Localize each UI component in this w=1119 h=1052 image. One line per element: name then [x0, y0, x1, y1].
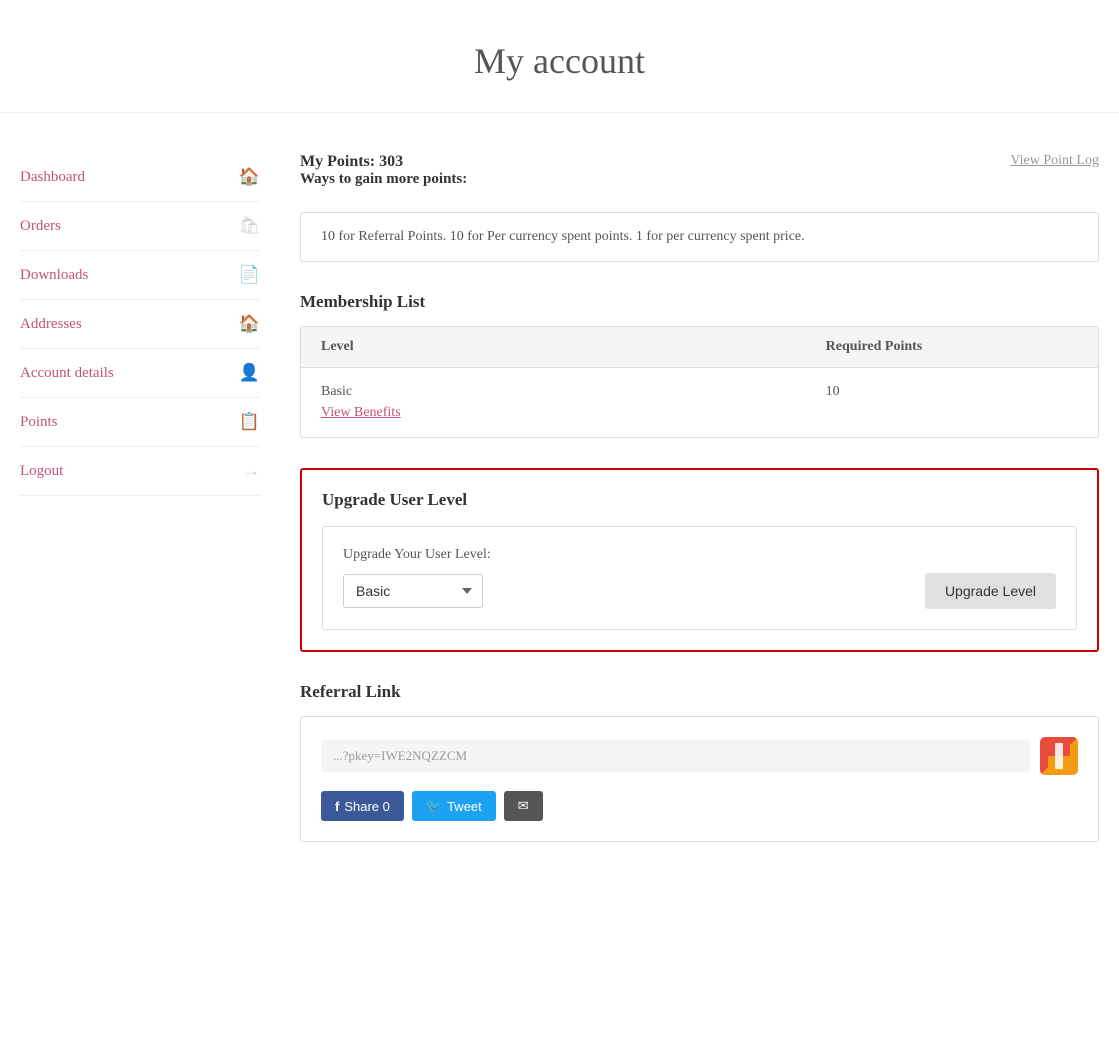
- referral-title: Referral Link: [300, 682, 1099, 702]
- social-buttons: f Share 0 🐦 Tweet ✉: [321, 791, 1078, 821]
- sidebar-label-downloads: Downloads: [20, 267, 88, 284]
- sidebar-item-orders[interactable]: Orders 🛍: [20, 202, 260, 251]
- level-name: Basic: [321, 384, 826, 400]
- referral-url: ...?pkey=IWE2NQZZCM: [321, 740, 1030, 772]
- membership-section: Membership List Level Required Points Ba…: [300, 292, 1099, 438]
- sidebar-label-orders: Orders: [20, 218, 61, 235]
- col-required-points: Required Points: [826, 339, 1078, 355]
- sidebar-item-dashboard[interactable]: Dashboard 🏠: [20, 153, 260, 202]
- twitter-icon: 🐦: [426, 798, 442, 814]
- main-content: My Points: 303 Ways to gain more points:…: [300, 153, 1099, 842]
- upgrade-controls: Basic Upgrade Level: [343, 573, 1056, 609]
- facebook-share-button[interactable]: f Share 0: [321, 791, 404, 821]
- email-icon: ✉: [518, 798, 529, 813]
- email-share-button[interactable]: ✉: [504, 791, 543, 821]
- upgrade-inner: Upgrade Your User Level: Basic Upgrade L…: [322, 526, 1077, 630]
- view-point-log-link[interactable]: View Point Log: [1010, 153, 1099, 169]
- fb-label: Share 0: [344, 799, 390, 814]
- col-level: Level: [321, 339, 826, 355]
- referral-url-row: ...?pkey=IWE2NQZZCM: [321, 737, 1078, 775]
- addresses-icon: 🏠: [239, 314, 260, 334]
- sidebar-label-dashboard: Dashboard: [20, 169, 85, 186]
- dashboard-icon: 🏠: [239, 167, 260, 187]
- sidebar-label-logout: Logout: [20, 463, 63, 480]
- sidebar-label-points: Points: [20, 414, 58, 431]
- table-header: Level Required Points: [301, 327, 1098, 368]
- upgrade-title: Upgrade User Level: [322, 490, 1077, 510]
- upgrade-level-button[interactable]: Upgrade Level: [925, 573, 1056, 609]
- referral-section: Referral Link ...?pkey=IWE2NQZZCM f: [300, 682, 1099, 842]
- twitter-tweet-button[interactable]: 🐦 Tweet: [412, 791, 496, 821]
- upgrade-section: Upgrade User Level Upgrade Your User Lev…: [300, 468, 1099, 652]
- ways-to-gain-title: Ways to gain more points:: [300, 171, 467, 188]
- sidebar-item-account-details[interactable]: Account details 👤: [20, 349, 260, 398]
- sidebar-item-logout[interactable]: Logout →: [20, 447, 260, 496]
- sidebar-label-account-details: Account details: [20, 365, 114, 382]
- cell-required-points: 10: [826, 384, 1078, 421]
- sidebar: Dashboard 🏠 Orders 🛍 Downloads 📄 Address…: [20, 153, 260, 842]
- cell-level: Basic View Benefits: [321, 384, 826, 421]
- points-icon: 📋: [239, 412, 260, 432]
- orders-icon: 🛍: [238, 216, 260, 236]
- referral-box: ...?pkey=IWE2NQZZCM f Share 0: [300, 716, 1099, 842]
- membership-table: Level Required Points Basic View Benefit…: [300, 326, 1099, 438]
- logout-icon: →: [243, 461, 260, 481]
- multicolor-brand-icon: [1040, 737, 1078, 775]
- sidebar-item-addresses[interactable]: Addresses 🏠: [20, 300, 260, 349]
- view-benefits-link[interactable]: View Benefits: [321, 405, 401, 420]
- points-title: My Points: 303: [300, 153, 467, 171]
- ways-info-box: 10 for Referral Points. 10 for Per curre…: [300, 212, 1099, 262]
- tweet-label: Tweet: [447, 799, 482, 814]
- account-details-icon: 👤: [239, 363, 260, 383]
- membership-title: Membership List: [300, 292, 1099, 312]
- upgrade-label: Upgrade Your User Level:: [343, 547, 1056, 563]
- upgrade-level-select[interactable]: Basic: [343, 574, 483, 608]
- ways-text: 10 for Referral Points. 10 for Per curre…: [321, 229, 805, 244]
- fb-icon: f: [335, 799, 339, 814]
- downloads-icon: 📄: [239, 265, 260, 285]
- points-header: My Points: 303 Ways to gain more points:…: [300, 153, 1099, 200]
- sidebar-label-addresses: Addresses: [20, 316, 82, 333]
- sidebar-item-points[interactable]: Points 📋: [20, 398, 260, 447]
- sidebar-item-downloads[interactable]: Downloads 📄: [20, 251, 260, 300]
- table-row: Basic View Benefits 10: [301, 368, 1098, 437]
- page-title: My account: [0, 0, 1119, 113]
